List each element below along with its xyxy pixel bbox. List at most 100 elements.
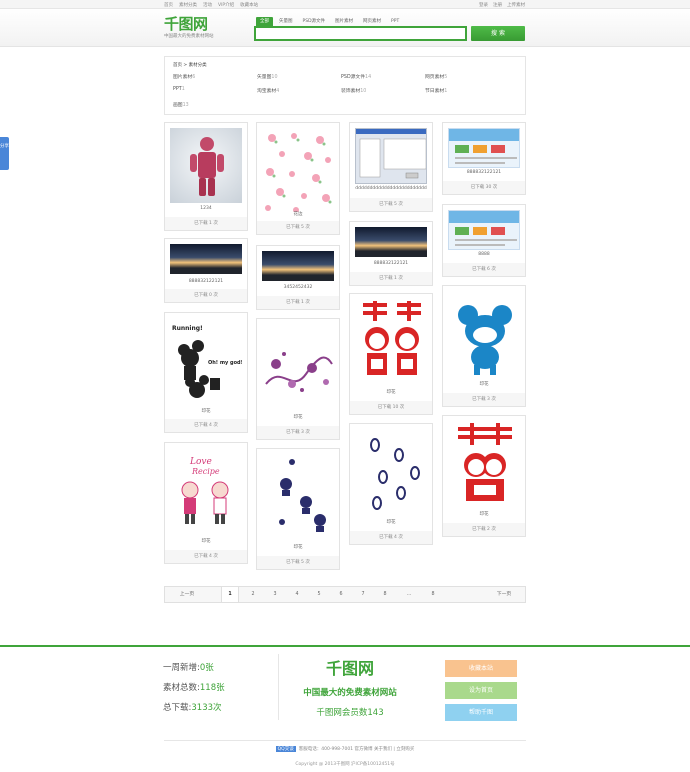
card-title: 1234: [200, 206, 212, 211]
page-2[interactable]: 2: [245, 587, 261, 602]
top-link-events[interactable]: 活动: [203, 2, 212, 8]
download-count: 已下载 10 次: [350, 401, 432, 414]
material-card[interactable]: 印花 已下载 4 次: [349, 423, 433, 545]
material-card[interactable]: 888832122121 已下载 0 次: [164, 238, 248, 303]
download-count: 已下载 5 次: [257, 221, 339, 234]
category-festival[interactable]: 节日素材1: [425, 87, 447, 94]
category-psd[interactable]: PSD源文件14: [341, 73, 371, 80]
download-count: 已下载 6 次: [443, 263, 525, 276]
stat-weekly-new: 一周新增:0张: [163, 663, 214, 673]
tab-photo[interactable]: 图片素材: [331, 17, 357, 26]
register-link[interactable]: 注册: [493, 2, 502, 8]
category-ppt[interactable]: PPT1: [173, 87, 185, 92]
next-page-button[interactable]: 下一页: [487, 587, 521, 602]
page-6[interactable]: 6: [333, 587, 349, 602]
thumbnail-sunset: [355, 227, 427, 257]
material-card[interactable]: 8888 已下载 6 次: [442, 204, 526, 277]
copyright: Copyright @ 2013千图网 沪ICP备10012451号: [295, 762, 395, 767]
top-link-categories[interactable]: 素材分类: [179, 2, 197, 8]
upload-link[interactable]: 上传素材: [507, 2, 525, 8]
download-count: 已下载 5 次: [257, 556, 339, 569]
page-5[interactable]: 5: [311, 587, 327, 602]
download-count: 已下载 1 次: [350, 272, 432, 285]
page-ellipsis: ...: [406, 592, 412, 597]
site-logo[interactable]: 千图网 中国最大的免费素材网站: [164, 17, 214, 40]
download-count: 已下载 3 次: [443, 393, 525, 406]
category-photo[interactable]: 图片素材6: [173, 73, 195, 80]
login-link[interactable]: 登录: [479, 2, 488, 8]
page-4[interactable]: 4: [289, 587, 305, 602]
search-tabs: 全部 矢量图 PSD源文件 图片素材 网页素材 PPT: [256, 17, 403, 26]
top-link-bookmark[interactable]: 收藏本站: [240, 2, 258, 8]
share-tab[interactable]: 分享: [0, 137, 9, 170]
thumbnail-flowers: [262, 128, 334, 212]
header: 千图网 中国最大的免费素材网站 全部 矢量图 PSD源文件 图片素材 网页素材 …: [0, 9, 690, 47]
download-count: 已下载 30 次: [443, 181, 525, 194]
tab-vector[interactable]: 矢量图: [275, 17, 297, 26]
download-count: 已下载 2 次: [443, 523, 525, 536]
thumbnail-webpage: [448, 128, 520, 168]
category-drawing[interactable]: 画图13: [173, 101, 189, 108]
thumbnail-webpage: [448, 210, 520, 250]
material-card[interactable]: 印花 已下载 5 次: [256, 448, 340, 570]
qq-chat-button[interactable]: QQ交谈: [275, 746, 296, 752]
material-card[interactable]: 888832122121 已下载 1 次: [349, 221, 433, 286]
thumbnail-sunset: [262, 251, 334, 281]
top-link-vip[interactable]: VIP介绍: [218, 2, 234, 8]
page-1[interactable]: 1: [221, 587, 239, 602]
category-taobao[interactable]: 淘宝素材4: [257, 87, 279, 94]
category-web[interactable]: 网页素材5: [425, 73, 447, 80]
card-title: 花边: [293, 212, 303, 217]
help-button[interactable]: 帮助千图: [445, 704, 517, 721]
tab-ppt[interactable]: PPT: [387, 17, 403, 26]
stat-total-materials: 素材总数:118张: [163, 683, 225, 693]
page-8[interactable]: 8: [377, 587, 393, 602]
footer-separator: [278, 654, 279, 720]
download-count: 已下载 4 次: [165, 419, 247, 432]
material-card[interactable]: 印花 已下载 10 次: [349, 293, 433, 415]
download-count: 已下载 4 次: [165, 550, 247, 563]
thumbnail-love-couple: Love Recipe: [170, 448, 242, 536]
card-title: 印花: [386, 390, 396, 395]
tab-psd[interactable]: PSD源文件: [299, 17, 330, 26]
tab-all[interactable]: 全部: [256, 17, 273, 26]
search-input[interactable]: [254, 26, 467, 41]
category-panel: 首页 > 素材分类 图片素材6 矢量图10 PSD源文件14 网页素材5 PPT…: [164, 56, 526, 115]
category-vector[interactable]: 矢量图10: [257, 73, 278, 80]
page-last[interactable]: 8: [425, 587, 441, 602]
contact-text: 客服电话：400-998-7001 官方微博 关于我们 | 立刻购买: [298, 747, 415, 752]
card-title: 8888: [478, 252, 490, 257]
category-decor[interactable]: 装饰素材10: [341, 87, 366, 94]
tab-web[interactable]: 网页素材: [359, 17, 385, 26]
material-card[interactable]: 印花 已下载 3 次: [256, 318, 340, 440]
svg-text:Oh! my god!: Oh! my god!: [208, 360, 242, 366]
download-count: 已下载 5 次: [350, 198, 432, 211]
material-card[interactable]: 花边 已下载 5 次: [256, 122, 340, 235]
material-card[interactable]: 印花 已下载 3 次: [442, 285, 526, 407]
material-card[interactable]: Love Recipe 印花 已下载 4 次: [164, 442, 248, 564]
set-homepage-button[interactable]: 设为首页: [445, 682, 517, 699]
site-stats: 一周新增:0张 素材总数:118张 总下载:3133次: [163, 658, 225, 718]
card-title: 印花: [293, 415, 303, 420]
logo-slogan: 中国最大的免费素材网站: [164, 34, 214, 39]
top-link-home[interactable]: 首页: [164, 2, 173, 8]
thumbnail-vine: [262, 324, 334, 412]
card-title: 888832122121: [188, 279, 224, 284]
material-card[interactable]: 1234 已下载 1 次: [164, 122, 248, 231]
page-7[interactable]: 7: [355, 587, 371, 602]
page-3[interactable]: 3: [267, 587, 283, 602]
bookmark-site-button[interactable]: 收藏本站: [445, 660, 517, 677]
material-card[interactable]: 3452452432 已下载 1 次: [256, 245, 340, 310]
search-button[interactable]: 搜 索: [471, 26, 525, 41]
material-card[interactable]: 888832122121 已下载 30 次: [442, 122, 526, 195]
material-card[interactable]: Running! Oh! my god! 印花 已下载 4 次: [164, 312, 248, 433]
prev-page-button[interactable]: 上一页: [171, 587, 203, 602]
thumbnail-cats: [262, 454, 334, 542]
download-count: 已下载 1 次: [165, 217, 247, 230]
material-card[interactable]: 印花 已下载 2 次: [442, 415, 526, 537]
card-title: 印花: [479, 512, 489, 517]
top-left-links: 首页 素材分类 活动 VIP介绍 收藏本站: [164, 2, 258, 8]
material-card[interactable]: ddddddddddddddddddddddddd 已下载 5 次: [349, 122, 433, 212]
thumbnail-sunset: [170, 244, 242, 274]
download-count: 已下载 1 次: [257, 296, 339, 309]
